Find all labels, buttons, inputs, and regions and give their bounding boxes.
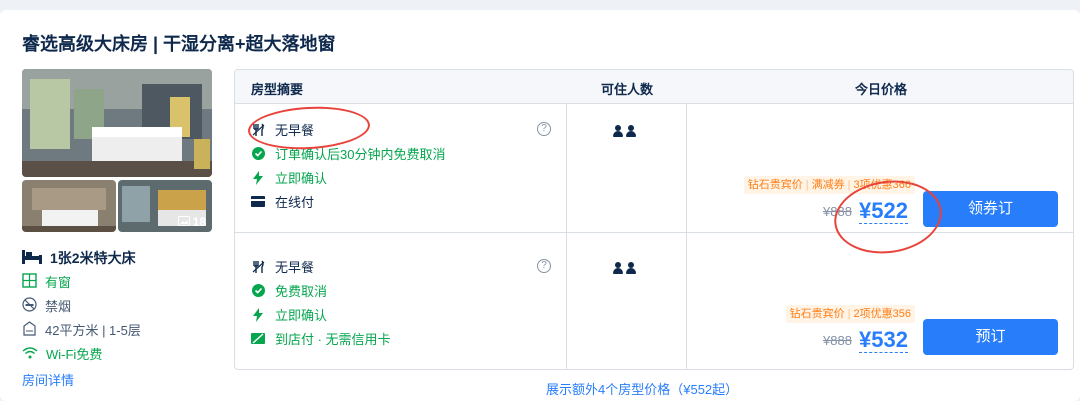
area-label: 42平方米 | 1-5层 <box>45 323 141 338</box>
info-icon[interactable]: ? <box>537 259 551 273</box>
more-room-prices-link[interactable]: 展示额外4个房型价格（¥552起） <box>546 379 738 398</box>
occupancy-icons <box>613 125 636 137</box>
person-icon <box>626 125 636 137</box>
no-breakfast-icon <box>251 260 265 274</box>
lightning-icon <box>251 170 265 185</box>
occupancy-icons <box>613 262 636 274</box>
check-circle-icon <box>251 284 265 298</box>
check-circle-icon <box>251 147 265 161</box>
room-photo-main[interactable] <box>22 69 212 177</box>
window-icon <box>22 272 37 291</box>
person-icon <box>613 125 623 137</box>
window-label: 有窗 <box>45 275 72 290</box>
feature-label: 立即确认 <box>275 308 328 323</box>
header-price: 今日价格 <box>855 82 908 97</box>
feature-breakfast: 无早餐 <box>251 257 314 276</box>
promo-offers: 2项优惠356 <box>853 308 911 320</box>
header-summary: 房型摘要 <box>251 82 304 97</box>
no-smoking-icon <box>22 296 37 315</box>
bed-icon <box>22 249 42 267</box>
room-card: 睿选高级大床房 | 干湿分离+超大落地窗 18 1张2米特大床 有窗 禁烟 42… <box>0 10 1080 401</box>
lightning-icon <box>251 307 265 322</box>
feature-label: 在线付 <box>275 195 315 210</box>
image-icon <box>177 215 190 229</box>
smoking-label: 禁烟 <box>45 299 72 314</box>
feature-label: 无早餐 <box>275 260 315 275</box>
current-price: ¥532 <box>859 327 908 353</box>
feature-confirm: 立即确认 <box>251 305 327 324</box>
area-icon <box>22 320 37 339</box>
bed-label: 1张2米特大床 <box>50 250 136 266</box>
photo-count: 18 <box>177 215 206 229</box>
info-icon[interactable]: ? <box>537 122 551 136</box>
room-photo-thumb[interactable] <box>22 180 116 232</box>
wifi-icon <box>22 346 38 362</box>
feature-payment: 在线付 <box>251 192 314 211</box>
feature-cancellation: 免费取消 <box>251 281 327 300</box>
person-icon <box>613 262 623 274</box>
room-details-link[interactable]: 房间详情 <box>22 370 74 389</box>
header-occupancy: 可住人数 <box>601 82 654 97</box>
rate-table-header: 房型摘要 可住人数 今日价格 <box>235 70 1073 104</box>
feature-label: 立即确认 <box>275 171 328 186</box>
credit-card-icon <box>251 195 265 209</box>
promo-member: 钻石贵宾价 <box>789 308 845 320</box>
original-price: ¥888 <box>823 333 852 348</box>
book-button[interactable]: 预订 <box>923 319 1058 355</box>
room-photo-thumb[interactable]: 18 <box>118 180 212 232</box>
window-info: 有窗 <box>22 272 71 291</box>
promo-tag[interactable]: 钻石贵宾价 | 2项优惠356 <box>785 305 915 323</box>
bed-info: 1张2米特大床 <box>22 248 136 268</box>
promo-coupon: 满减券 <box>811 179 845 191</box>
feature-confirm: 立即确认 <box>251 168 327 187</box>
pay-at-hotel-icon <box>251 332 265 346</box>
promo-member: 钻石贵宾价 <box>747 179 803 191</box>
feature-label: 到店付 · 无需信用卡 <box>275 332 391 347</box>
smoking-info: 禁烟 <box>22 296 71 315</box>
wifi-label: Wi-Fi免费 <box>46 347 103 362</box>
area-info: 42平方米 | 1-5层 <box>22 320 141 339</box>
feature-payment: 到店付 · 无需信用卡 <box>251 329 391 348</box>
person-icon <box>626 262 636 274</box>
room-title: 睿选高级大床房 | 干湿分离+超大落地窗 <box>22 34 336 54</box>
wifi-info: Wi-Fi免费 <box>22 344 102 363</box>
photo-count-value: 18 <box>192 215 206 229</box>
coupon-book-button[interactable]: 领券订 <box>923 191 1058 227</box>
feature-label: 免费取消 <box>275 284 328 299</box>
